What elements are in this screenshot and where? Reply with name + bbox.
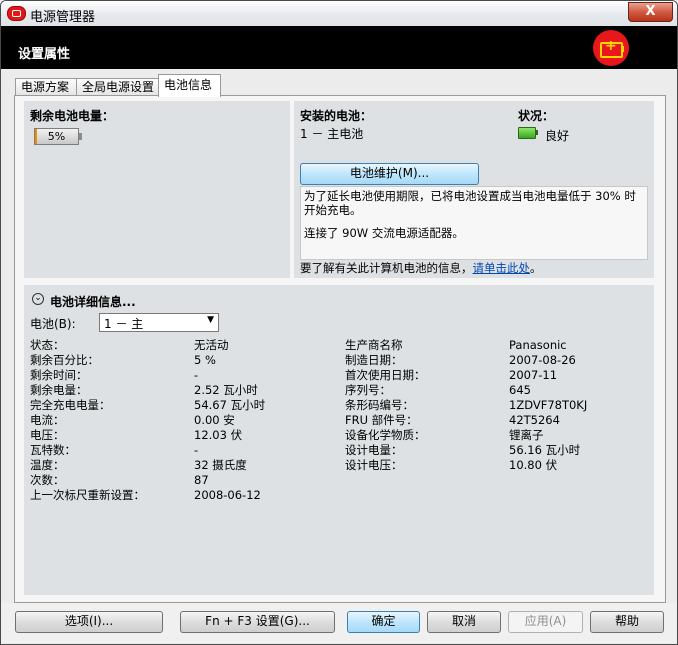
- battery-level-meter: 5%: [34, 128, 82, 145]
- detail-value: 5 %: [194, 353, 216, 367]
- detail-label: 上一次标尺重新设置：: [30, 488, 145, 502]
- detail-value: 645: [509, 383, 531, 397]
- detail-label: 瓦特数：: [30, 443, 76, 457]
- detail-value: 56.16 瓦小时: [509, 443, 581, 457]
- detail-label: 设计电量：: [345, 443, 403, 457]
- detail-value: -: [194, 368, 199, 382]
- info-adapter: 连接了 90W 交流电源适配器。: [304, 226, 464, 240]
- title-bar: 电源管理器 X: [1, 1, 677, 27]
- detail-value: 2007-08-26: [509, 353, 576, 367]
- collapse-chevron-icon[interactable]: ⌄: [32, 293, 44, 305]
- detail-value: 2008-06-12: [194, 488, 261, 502]
- detail-label: 温度：: [30, 458, 65, 472]
- detail-label: 剩余百分比：: [30, 353, 99, 367]
- detail-value: 1ZDVF78T0KJ: [509, 398, 588, 412]
- detail-label: 次数：: [30, 473, 65, 487]
- tab-power-plans[interactable]: 电源方案: [15, 78, 78, 96]
- detail-label: 设计电压：: [345, 458, 403, 472]
- detail-label: 剩余电量：: [30, 383, 88, 397]
- page-title: 设置属性: [18, 47, 71, 62]
- more-info-end: 。: [530, 261, 542, 275]
- more-info-text: 要了解有关此计算机电池的信息，: [300, 261, 473, 275]
- battery-good-icon: [518, 127, 538, 139]
- status-value: 良好: [545, 129, 570, 143]
- battery-percent-label: 5%: [47, 130, 66, 143]
- detail-value: 10.80 伏: [509, 458, 558, 472]
- detail-value: 锂离子: [509, 428, 544, 442]
- info-charge-threshold: 为了延长电池使用期限，已将电池设置成当电池电量低于 30% 时开始充电。: [304, 189, 636, 217]
- header-banner: 设置属性 +: [1, 26, 677, 69]
- info-box: 为了延长电池使用期限，已将电池设置成当电池电量低于 30% 时开始充电。 连接了…: [300, 186, 648, 260]
- fn-f3-settings-button[interactable]: Fn + F3 设置(G)...: [180, 611, 335, 633]
- chevron-down-icon: ▼: [207, 315, 214, 325]
- installed-battery: 1 － 主电池: [300, 127, 364, 141]
- detail-value: 42T5264: [509, 413, 560, 427]
- options-button[interactable]: 选项(I)...: [15, 611, 163, 633]
- detail-label: 电压：: [30, 428, 65, 442]
- tab-battery-info[interactable]: 电池信息: [158, 74, 221, 97]
- details-title[interactable]: 电池详细信息...: [50, 293, 136, 310]
- detail-label: FRU 部件号：: [345, 413, 418, 427]
- help-button[interactable]: 帮助: [590, 611, 664, 633]
- battery-select[interactable]: 1 － 主 ▼: [99, 313, 219, 332]
- window-title: 电源管理器: [30, 10, 96, 25]
- detail-value: 2007-11: [509, 368, 558, 382]
- detail-label: 制造日期：: [345, 353, 403, 367]
- detail-label: 条形码编号：: [345, 398, 414, 412]
- battery-maintenance-button[interactable]: 电池维护(M)...: [300, 163, 479, 185]
- detail-value: Panasonic: [509, 338, 567, 352]
- battery-select-value: 1 － 主: [104, 317, 144, 331]
- remaining-title: 剩余电池电量：: [30, 109, 115, 123]
- detail-value: 0.00 安: [194, 413, 235, 427]
- status-title: 状况：: [518, 109, 555, 123]
- detail-value: 2.52 瓦小时: [194, 383, 258, 397]
- detail-value: 54.67 瓦小时: [194, 398, 266, 412]
- detail-label: 生产商名称: [345, 338, 403, 352]
- detail-label: 首次使用日期：: [345, 368, 426, 382]
- close-button[interactable]: X: [628, 2, 673, 22]
- detail-value: 无活动: [194, 338, 229, 352]
- cancel-button[interactable]: 取消: [427, 611, 501, 633]
- detail-label: 电流：: [30, 413, 65, 427]
- battery-logo-icon: +: [593, 30, 629, 66]
- battery-info-link[interactable]: 请单击此处: [473, 261, 531, 275]
- battery-select-label: 电池(B):: [30, 317, 76, 331]
- power-manager-app-icon: [7, 6, 26, 21]
- detail-value: 12.03 伏: [194, 428, 243, 442]
- detail-value: 87: [194, 473, 209, 487]
- detail-label: 完全充电电量：: [30, 398, 111, 412]
- detail-value: -: [194, 443, 199, 457]
- detail-label: 设备化学物质：: [345, 428, 426, 442]
- detail-label: 序列号：: [345, 383, 391, 397]
- more-info-line: 要了解有关此计算机电池的信息，请单击此处。: [300, 260, 542, 276]
- detail-label: 剩余时间：: [30, 368, 88, 382]
- installed-title: 安装的电池：: [300, 109, 373, 123]
- apply-button[interactable]: 应用(A): [508, 611, 583, 633]
- detail-value: 32 摄氏度: [194, 458, 247, 472]
- tab-global-power-settings[interactable]: 全局电源设置: [76, 78, 165, 96]
- detail-label: 状态：: [30, 338, 65, 352]
- ok-button[interactable]: 确定: [347, 611, 420, 633]
